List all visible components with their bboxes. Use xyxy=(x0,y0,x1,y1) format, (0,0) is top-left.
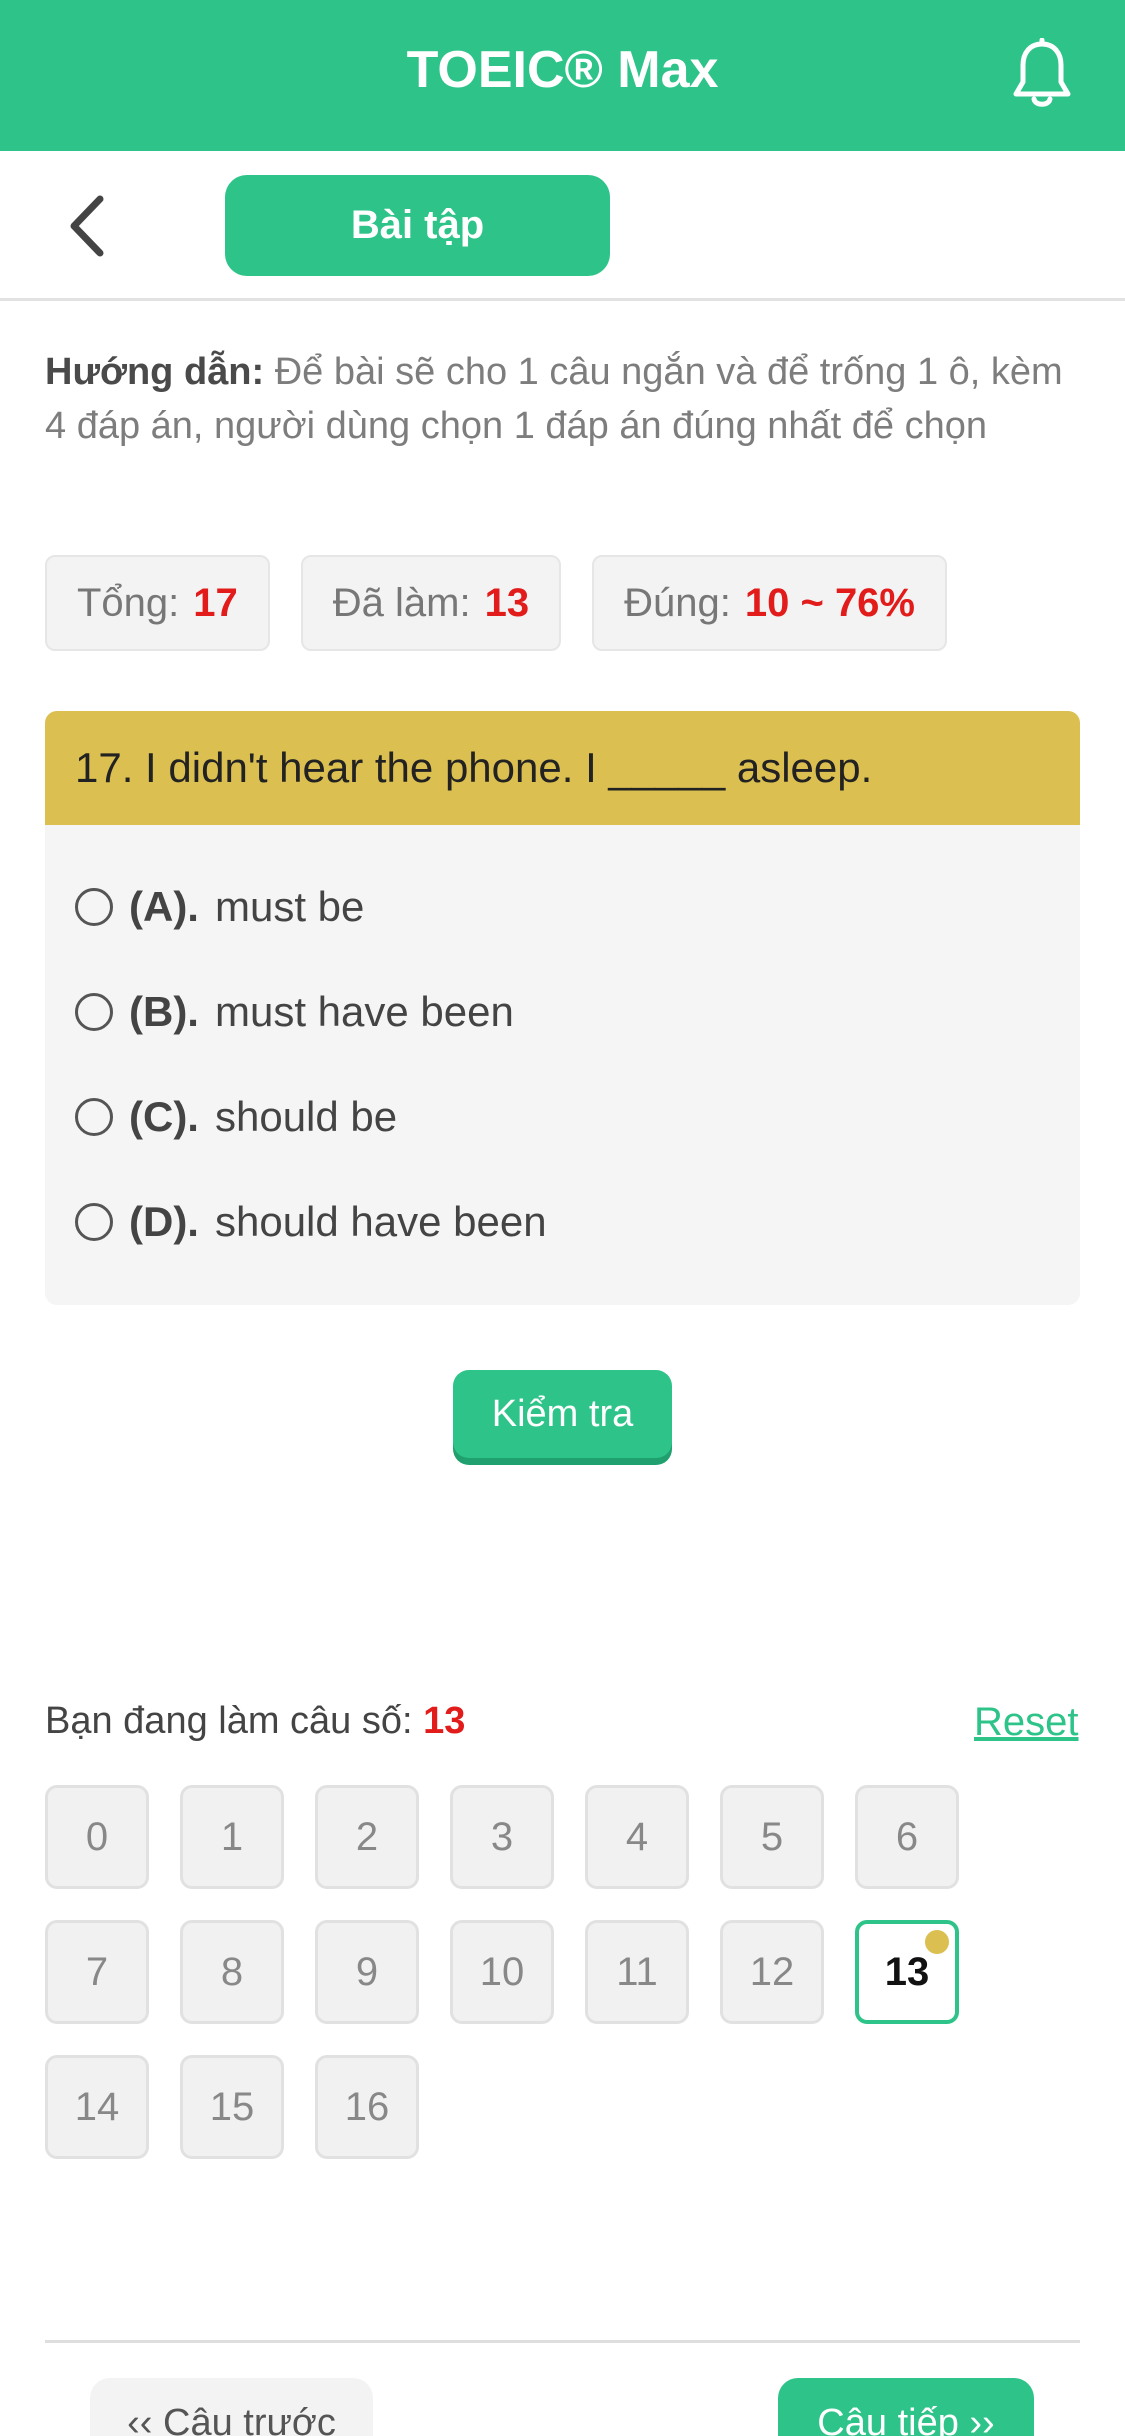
stat-label: Đã làm: xyxy=(332,580,471,625)
option-key: (B). xyxy=(129,988,199,1035)
sub-navigation: Bài tập xyxy=(0,151,1125,301)
next-question-button[interactable]: Câu tiếp ›› xyxy=(778,2378,1034,2436)
option-text: should have been xyxy=(214,1198,547,1245)
bell-icon[interactable] xyxy=(1010,38,1074,112)
previous-question-button[interactable]: ‹‹ Câu trước xyxy=(90,2378,373,2436)
question-cell[interactable]: 0 xyxy=(45,1785,149,1889)
stat-done: Đã làm: 13 xyxy=(300,555,562,651)
question-cell[interactable]: 14 xyxy=(45,2055,149,2159)
option-b[interactable]: (B). must have been xyxy=(75,982,514,1042)
option-d[interactable]: (D). should have been xyxy=(75,1192,547,1252)
stat-value: 17 xyxy=(193,580,238,625)
instructions-label: Hướng dẫn: xyxy=(45,351,265,393)
current-question-indicator: Bạn đang làm câu số: 13 xyxy=(45,1700,465,1743)
question-cell[interactable]: 16 xyxy=(315,2055,419,2159)
question-cell[interactable]: 7 xyxy=(45,1920,149,2024)
check-button[interactable]: Kiểm tra xyxy=(453,1370,672,1458)
stats-row: Tổng: 17 Đã làm: 13 Đúng: 10 ~ 76% xyxy=(45,555,947,651)
reset-link[interactable]: Reset xyxy=(974,1700,1079,1745)
question-cell[interactable]: 2 xyxy=(315,1785,419,1889)
current-label: Bạn đang làm câu số: xyxy=(45,1700,413,1742)
question-cell[interactable]: 5 xyxy=(720,1785,824,1889)
question-cell[interactable]: 8 xyxy=(180,1920,284,2024)
radio-empty-icon[interactable] xyxy=(75,1098,113,1136)
question-cell[interactable]: 15 xyxy=(180,2055,284,2159)
question-cell[interactable]: 10 xyxy=(450,1920,554,2024)
question-cell-number: 13 xyxy=(884,1949,930,1994)
app-bar: TOEIC® Max xyxy=(0,0,1125,151)
question-cell[interactable]: 6 xyxy=(855,1785,959,1889)
stat-total: Tổng: 17 xyxy=(45,555,270,651)
question-cell[interactable]: 3 xyxy=(450,1785,554,1889)
question-cell[interactable]: 9 xyxy=(315,1920,419,2024)
stat-value: 10 ~ 76% xyxy=(744,580,915,625)
stat-label: Đúng: xyxy=(624,580,731,625)
question-card: 17. I didn't hear the phone. I _____ asl… xyxy=(45,711,1080,1305)
question-cell[interactable]: 1 xyxy=(180,1785,284,1889)
question-grid: 0 1 2 3 4 5 6 7 8 9 10 11 12 13 14 15 16 xyxy=(45,1785,985,2159)
option-a[interactable]: (A). must be xyxy=(75,877,364,937)
tab-exercises[interactable]: Bài tập xyxy=(225,175,610,276)
footer-divider xyxy=(45,2340,1080,2343)
option-text: must have been xyxy=(214,988,514,1035)
radio-empty-icon[interactable] xyxy=(75,1203,113,1241)
option-key: (C). xyxy=(129,1093,199,1140)
option-text: must be xyxy=(214,883,365,930)
app-title: TOEIC® Max xyxy=(406,41,719,99)
option-key: (D). xyxy=(129,1198,199,1245)
instructions: Hướng dẫn: Để bài sẽ cho 1 câu ngắn và đ… xyxy=(45,345,1085,453)
option-text: should be xyxy=(214,1093,398,1140)
radio-empty-icon[interactable] xyxy=(75,888,113,926)
question-cell[interactable]: 12 xyxy=(720,1920,824,2024)
question-cell[interactable]: 4 xyxy=(585,1785,689,1889)
radio-empty-icon[interactable] xyxy=(75,993,113,1031)
stat-label: Tổng: xyxy=(77,580,180,625)
stat-correct: Đúng: 10 ~ 76% xyxy=(592,555,947,651)
chevron-left-icon[interactable] xyxy=(60,191,120,261)
question-cell-current[interactable]: 13 xyxy=(855,1920,959,2024)
question-cell[interactable]: 11 xyxy=(585,1920,689,2024)
current-marker-dot xyxy=(925,1930,949,1954)
current-number: 13 xyxy=(423,1700,466,1742)
option-c[interactable]: (C). should be xyxy=(75,1087,397,1147)
question-text: 17. I didn't hear the phone. I _____ asl… xyxy=(45,711,1080,825)
option-key: (A). xyxy=(129,883,199,930)
stat-value: 13 xyxy=(484,580,530,625)
